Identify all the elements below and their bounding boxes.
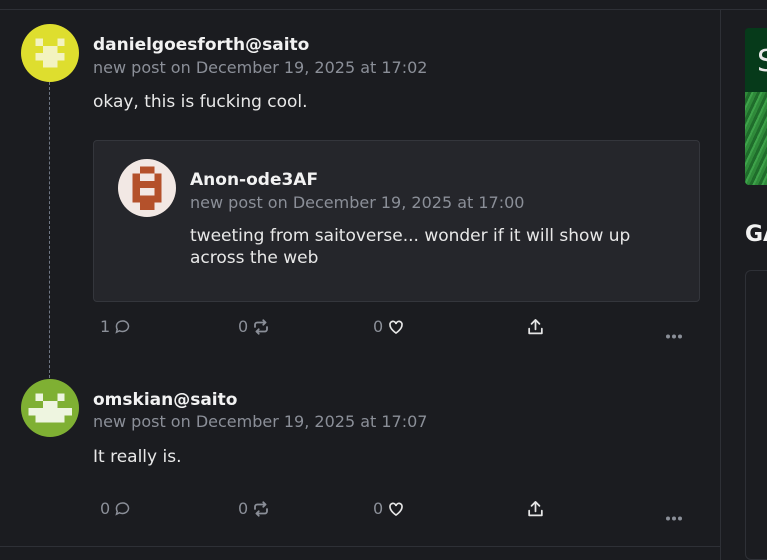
quoted-post-timestamp: new post on December 19, 2025 at 17:00	[190, 193, 525, 212]
post-text: It really is.	[93, 447, 182, 467]
banner-letter: S	[757, 44, 767, 79]
more-icon	[666, 334, 682, 339]
quoted-post-text: tweeting from saitoverse... wonder if it…	[190, 226, 631, 268]
more-icon	[666, 516, 682, 521]
retweet-count: 0	[238, 317, 249, 336]
comment-icon	[115, 501, 130, 516]
reply-button[interactable]: 1	[100, 317, 132, 336]
comment-icon	[115, 319, 130, 334]
retweet-count: 0	[238, 499, 249, 518]
share-icon	[528, 501, 543, 517]
post-timestamp: new post on December 19, 2025 at 17:07	[93, 412, 428, 431]
share-button[interactable]	[526, 317, 545, 341]
sidebar-banner[interactable]: S	[745, 28, 767, 185]
like-button[interactable]: 0	[373, 499, 406, 518]
post-username[interactable]: danielgoesforth@saito	[93, 35, 309, 55]
post-text: okay, this is fucking cool.	[93, 92, 308, 112]
avatar[interactable]	[21, 379, 79, 437]
share-icon	[528, 319, 543, 335]
sidebar-panel	[745, 270, 767, 560]
avatar[interactable]	[21, 24, 79, 82]
post-timestamp: new post on December 19, 2025 at 17:02	[93, 58, 428, 77]
more-options-button[interactable]	[665, 324, 683, 343]
sidebar-heading: GA	[745, 222, 767, 247]
share-button[interactable]	[526, 499, 545, 523]
retweet-button[interactable]: 0	[238, 317, 271, 336]
like-count: 0	[373, 317, 384, 336]
reply-count: 0	[100, 499, 111, 518]
bottom-divider	[0, 546, 720, 547]
retweet-icon	[254, 318, 269, 335]
more-options-button[interactable]	[665, 506, 683, 525]
like-count: 0	[373, 499, 384, 518]
thread-connector	[49, 82, 50, 378]
avatar[interactable]	[118, 159, 176, 217]
reply-count: 1	[100, 317, 111, 336]
retweet-button[interactable]: 0	[238, 499, 271, 518]
quoted-post-username[interactable]: Anon-ode3AF	[190, 170, 318, 190]
retweet-icon	[254, 500, 269, 517]
heart-icon	[389, 502, 404, 516]
like-button[interactable]: 0	[373, 317, 406, 336]
quoted-post-card[interactable]: Anon-ode3AF new post on December 19, 202…	[93, 140, 700, 302]
heart-icon	[389, 320, 404, 334]
banner-grass-image	[745, 92, 767, 185]
post-username[interactable]: omskian@saito	[93, 390, 237, 410]
reply-button[interactable]: 0	[100, 499, 132, 518]
